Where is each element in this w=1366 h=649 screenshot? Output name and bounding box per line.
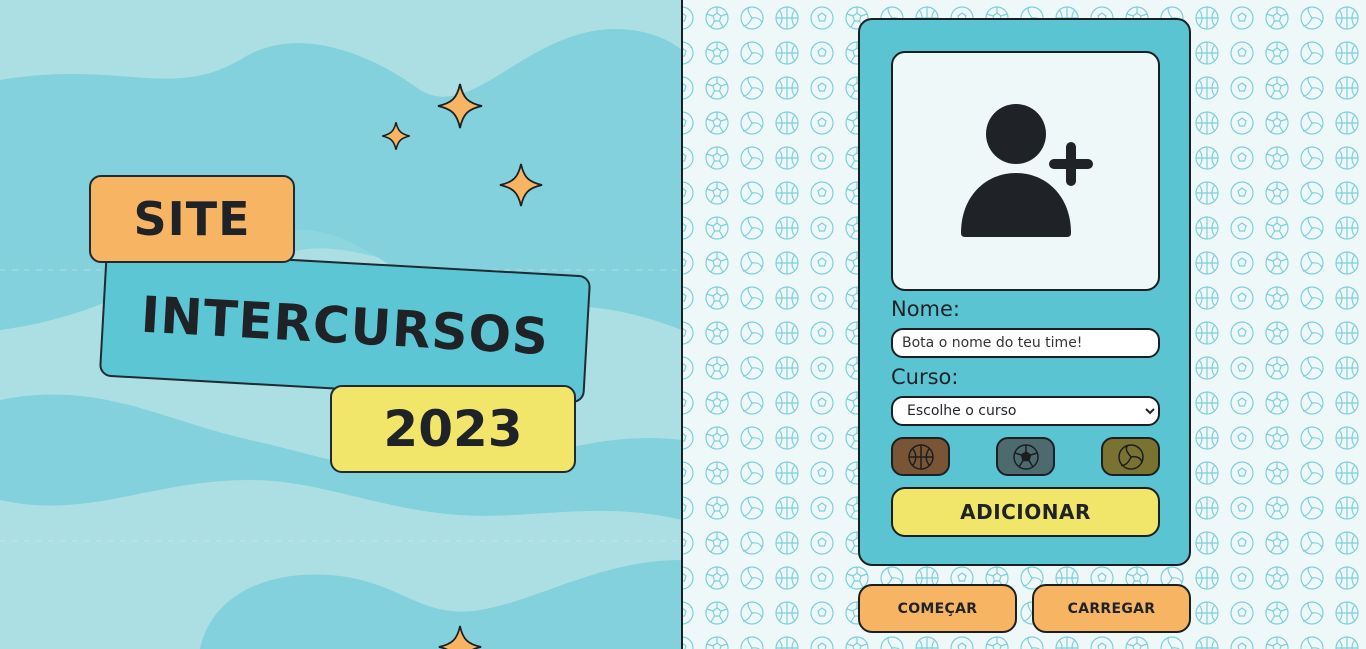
sparkle-icon: [382, 122, 410, 150]
team-card: Nome: Curso: Escolhe o curso: [858, 18, 1191, 566]
team-name-input[interactable]: [891, 328, 1160, 358]
sparkle-icon: [437, 83, 483, 129]
basketball-button[interactable]: [891, 437, 950, 476]
sparkle-icon: [499, 163, 543, 207]
load-button[interactable]: CARREGAR: [1032, 584, 1191, 633]
course-label: Curso:: [891, 365, 959, 389]
volleyball-icon: [1117, 443, 1144, 470]
course-select[interactable]: Escolhe o curso: [891, 396, 1160, 426]
soccer-ball-button[interactable]: [996, 437, 1055, 476]
hero-panel: SITE INTERCURSOS 2023: [0, 0, 682, 649]
avatar-upload[interactable]: [891, 51, 1160, 291]
basketball-icon: [907, 443, 934, 470]
soccer-ball-icon: [1012, 443, 1039, 470]
banner-site: SITE: [89, 175, 295, 263]
sparkle-icon: [438, 625, 482, 649]
add-button[interactable]: ADICIONAR: [891, 487, 1160, 537]
name-label: Nome:: [891, 297, 961, 321]
banner-intercursos: INTERCURSOS: [98, 248, 592, 404]
add-user-icon: [960, 104, 1096, 237]
volleyball-button[interactable]: [1101, 437, 1160, 476]
banner-year: 2023: [330, 385, 576, 473]
start-button[interactable]: COMEÇAR: [858, 584, 1017, 633]
